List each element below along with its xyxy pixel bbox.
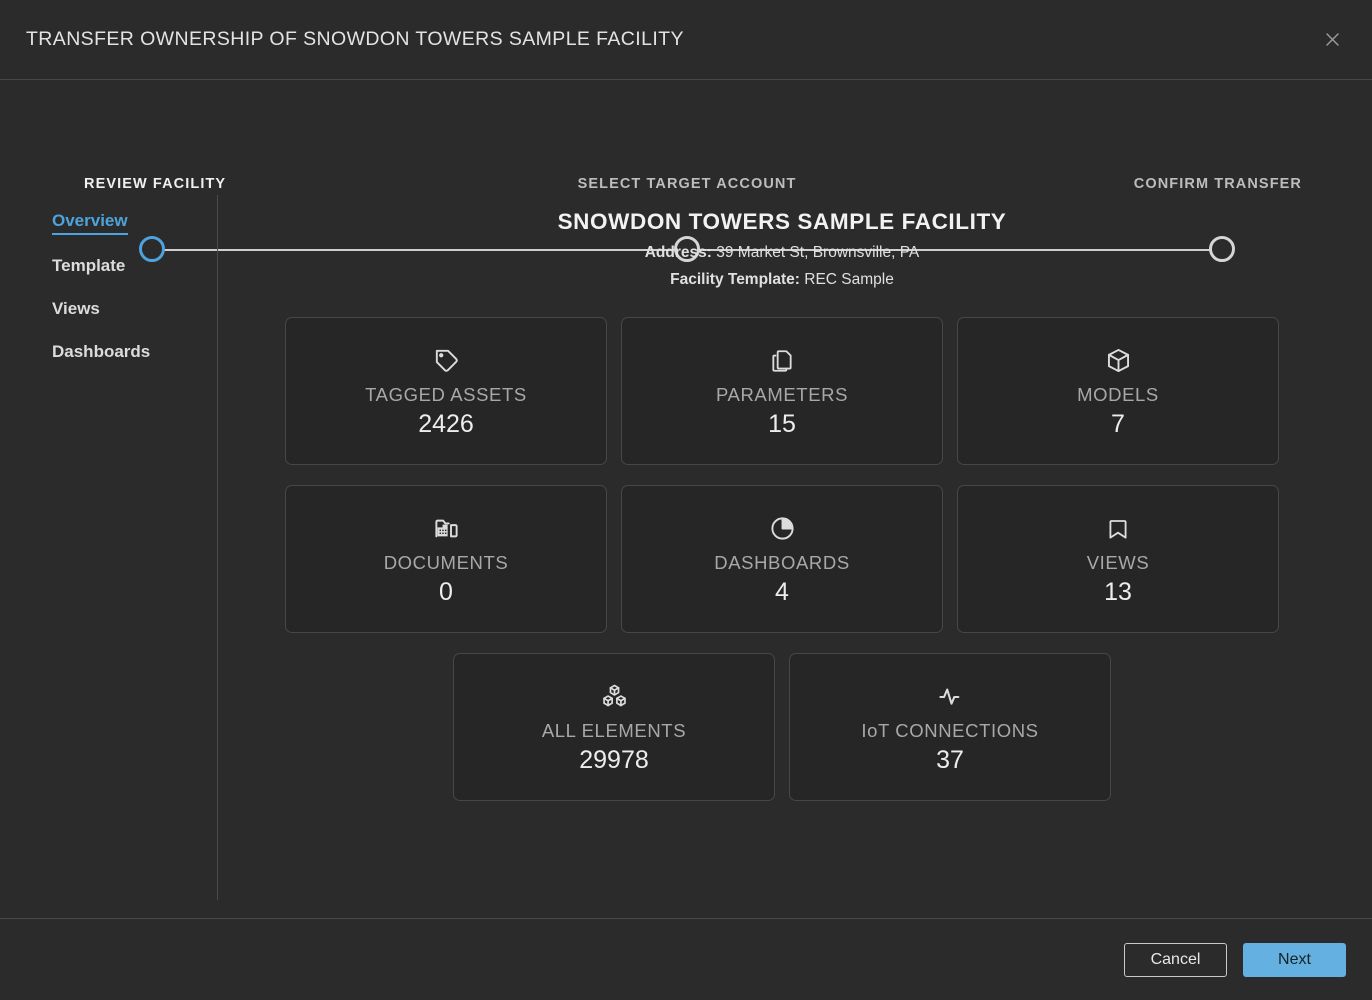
boxes-icon [601, 680, 628, 714]
facility-sidebar: Overview Template Views Dashboards [0, 195, 218, 900]
stat-value: 13 [1104, 577, 1132, 606]
stat-card-iot-connections[interactable]: IoT CONNECTIONS 37 [789, 653, 1111, 801]
step-label-review-facility[interactable]: REVIEW FACILITY [84, 176, 226, 192]
sidebar-item-views[interactable]: Views [52, 299, 100, 321]
stat-card-row: DOCUMENTS 0 DASHBOARDS 4 VIEWS 13 [252, 485, 1312, 633]
sidebar-item-views-wrap: Views [52, 299, 217, 342]
close-icon[interactable] [1316, 24, 1348, 56]
cancel-button[interactable]: Cancel [1124, 942, 1227, 977]
copy-icon [769, 344, 795, 378]
stat-value: 7 [1111, 409, 1125, 438]
sidebar-item-template-wrap: Template [52, 256, 217, 299]
stat-card-views[interactable]: VIEWS 13 [957, 485, 1279, 633]
step-label-select-target-account[interactable]: SELECT TARGET ACCOUNT [578, 176, 797, 192]
sidebar-item-dashboards-wrap: Dashboards [52, 342, 217, 385]
step-label-confirm-transfer[interactable]: CONFIRM TRANSFER [1134, 176, 1302, 192]
sidebar-item-dashboards[interactable]: Dashboards [52, 342, 150, 364]
stat-value: 29978 [579, 745, 649, 774]
facility-template: Facility Template: REC Sample [252, 271, 1312, 289]
pie-chart-icon [769, 512, 796, 546]
dialog-footer: Cancel Next [0, 918, 1372, 1000]
stat-card-models[interactable]: MODELS 7 [957, 317, 1279, 465]
facility-address-label: Address: [644, 244, 712, 261]
dialog-title: TRANSFER OWNERSHIP OF SNOWDON TOWERS SAM… [26, 28, 684, 50]
stat-label: VIEWS [1086, 551, 1150, 573]
stat-label: ALL ELEMENTS [541, 719, 687, 741]
facility-overview-panel: SNOWDON TOWERS SAMPLE FACILITY Address: … [218, 195, 1372, 918]
folder-building-icon [433, 512, 460, 546]
stat-card-tagged-assets[interactable]: TAGGED ASSETS 2426 [285, 317, 607, 465]
activity-icon [937, 680, 964, 714]
sidebar-item-overview-wrap: Overview [52, 211, 217, 256]
wizard-stepper: REVIEW FACILITY SELECT TARGET ACCOUNT CO… [0, 80, 1372, 262]
stat-card-dashboards[interactable]: DASHBOARDS 4 [621, 485, 943, 633]
stat-card-row: TAGGED ASSETS 2426 PARAMETERS 15 MODELS … [252, 317, 1312, 465]
stat-label: TAGGED ASSETS [365, 383, 527, 405]
stat-value: 37 [936, 745, 964, 774]
stat-label: DASHBOARDS [714, 551, 850, 573]
stat-card-all-elements[interactable]: ALL ELEMENTS 29978 [453, 653, 775, 801]
bookmark-icon [1105, 512, 1131, 546]
stat-value: 4 [775, 577, 789, 606]
dialog-titlebar: TRANSFER OWNERSHIP OF SNOWDON TOWERS SAM… [0, 0, 1372, 80]
facility-template-value: REC Sample [804, 271, 894, 288]
transfer-ownership-dialog: TRANSFER OWNERSHIP OF SNOWDON TOWERS SAM… [0, 0, 1372, 1000]
stat-label: MODELS [1077, 383, 1159, 405]
next-button[interactable]: Next [1243, 942, 1346, 977]
stat-card-row: ALL ELEMENTS 29978 IoT CONNECTIONS 37 [252, 653, 1312, 801]
stat-value: 15 [768, 409, 796, 438]
facility-template-label: Facility Template: [670, 271, 800, 288]
stat-label: PARAMETERS [715, 383, 849, 405]
stat-value: 2426 [418, 409, 474, 438]
dialog-body: Overview Template Views Dashboards SNOWD… [0, 195, 1372, 918]
stat-card-parameters[interactable]: PARAMETERS 15 [621, 317, 943, 465]
facility-address-value: 39 Market St, Brownsville, PA [716, 244, 920, 261]
facility-name: SNOWDON TOWERS SAMPLE FACILITY [557, 209, 1007, 234]
stat-value: 0 [439, 577, 453, 606]
facility-address: Address: 39 Market St, Brownsville, PA [252, 244, 1312, 262]
stat-label: DOCUMENTS [383, 551, 509, 573]
cube-icon [1105, 344, 1132, 378]
tag-icon [433, 344, 460, 378]
sidebar-item-overview[interactable]: Overview [52, 211, 128, 235]
stat-label: IoT CONNECTIONS [861, 719, 1039, 741]
sidebar-item-template[interactable]: Template [52, 256, 125, 278]
stat-card-documents[interactable]: DOCUMENTS 0 [285, 485, 607, 633]
stat-card-grid: TAGGED ASSETS 2426 PARAMETERS 15 MODELS … [252, 317, 1312, 801]
